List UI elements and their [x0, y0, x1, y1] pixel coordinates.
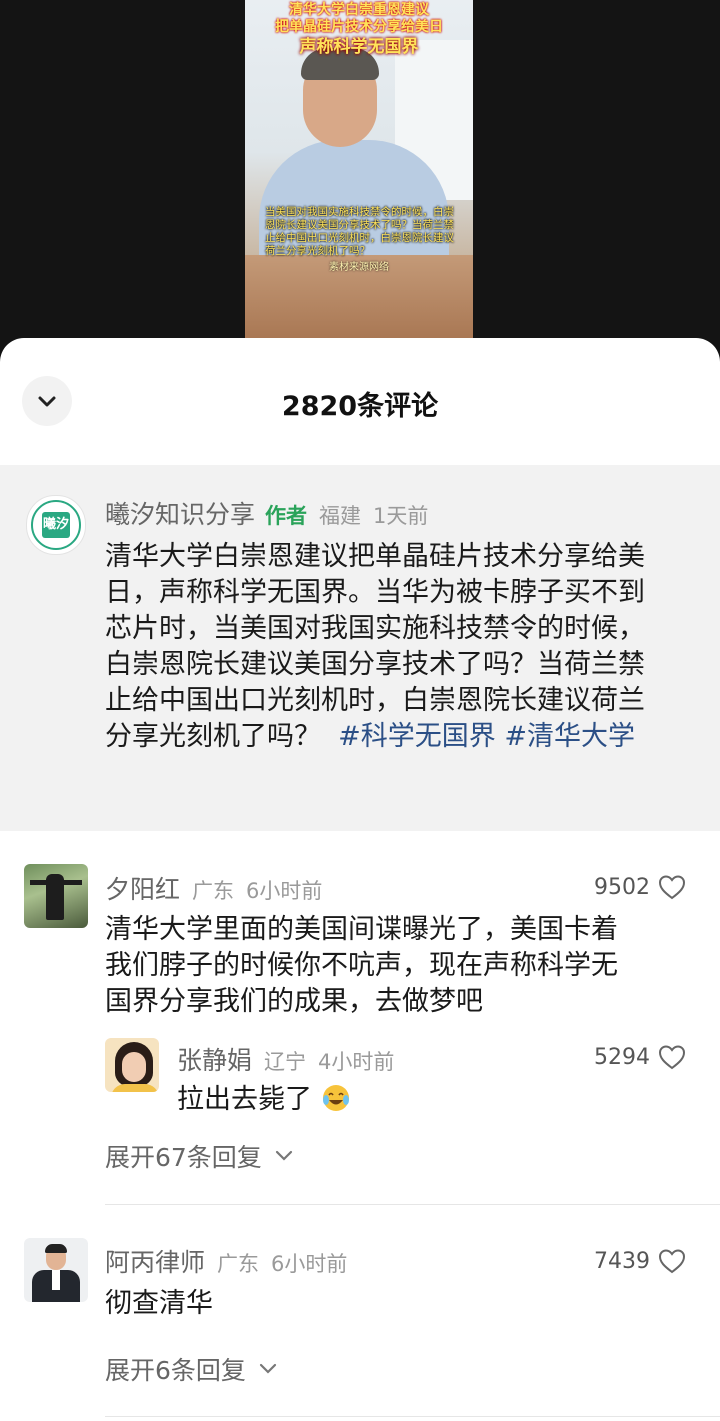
pinned-comment-text: 清华大学白崇恩建议把单晶硅片技术分享给美 日，声称科学无国界。当华为被卡脖子买不… — [105, 539, 645, 755]
text-line-last: 分享光刻机了吗？ #科学无国界 #清华大学 — [105, 719, 645, 755]
author-avatar[interactable]: 曦汐 — [26, 495, 86, 555]
avatar-hair — [45, 1244, 67, 1253]
video-headline-line3: 声称科学无国界 — [299, 37, 419, 57]
commenter-username[interactable]: 夕阳红 — [105, 870, 180, 906]
comment-location: 广东 — [217, 1252, 260, 1276]
text-line: 白崇恩院长建议美国分享技术了吗？当荷兰禁 — [105, 649, 645, 680]
video-source-caption: 素材来源网络 — [329, 262, 389, 273]
expand-replies-label: 展开6条回复 — [105, 1356, 246, 1385]
comment-time: 1天前 — [373, 504, 429, 528]
comment-time: 6小时前 — [246, 879, 323, 903]
like-count: 5294 — [594, 1044, 650, 1070]
avatar-face — [122, 1052, 146, 1082]
reply-text-content: 拉出去毙了 — [177, 1084, 312, 1115]
video-headline-line2: 把单晶硅片技术分享给美日 — [275, 19, 443, 35]
chevron-down-icon — [275, 1150, 292, 1161]
video-player[interactable]: 清华大学白崇重恩建议 把单晶硅片技术分享给美日 声称科学无国界 当美国对我国实施… — [245, 0, 473, 338]
logo-book-icon: 曦汐 — [42, 512, 70, 538]
chevron-down-icon — [259, 1363, 277, 1374]
text-line: 彻查清华 — [105, 1288, 213, 1319]
comment-header: 夕阳红 广东 6小时前 — [105, 870, 322, 906]
text-line: 清华大学白崇恩建议把单晶硅片技术分享给美 — [105, 541, 645, 572]
commenter-avatar[interactable] — [24, 1238, 88, 1302]
like-count: 7439 — [594, 1248, 650, 1274]
commenter-avatar[interactable] — [24, 864, 88, 928]
comment-location: 广东 — [192, 879, 235, 903]
text-line: 我们脖子的时候你不吭声，现在声称科学无 — [105, 950, 618, 981]
video-subtitle: 当美国对我国实施科技禁令的时候，白崇恩院长建议美国分享技术了吗？当荷兰禁止给中国… — [265, 206, 454, 258]
avatar-body — [111, 1084, 159, 1092]
text-line: 分享光刻机了吗？ — [105, 721, 321, 752]
comment-text: 彻查清华 — [105, 1286, 213, 1322]
comment-divider — [105, 1204, 720, 1205]
like-count: 9502 — [594, 874, 650, 900]
pinned-comment-header: 曦汐知识分享 作者 福建 1天前 — [105, 495, 428, 531]
reply-username[interactable]: 张静娟 — [177, 1041, 252, 1077]
text-line: 日，声称科学无国界。当华为被卡脖子买不到 — [105, 577, 645, 608]
expand-replies-button[interactable]: 展开67条回复 — [105, 1138, 294, 1174]
comment-sheet: 2820条评论 曦汐 曦汐知识分享 作者 福建 1天前 清华大学白崇恩建议把单晶… — [0, 338, 720, 1421]
reply-text: 拉出去毙了 — [177, 1082, 351, 1118]
laughing-crying-emoji-icon — [322, 1085, 349, 1111]
comment-header: 阿丙律师 广东 6小时前 — [105, 1243, 347, 1279]
text-line: 国界分享我们的成果，去做梦吧 — [105, 986, 483, 1017]
heart-icon — [658, 875, 686, 900]
comment-divider — [105, 1416, 720, 1417]
text-line: 清华大学里面的美国间谍曝光了，美国卡着 — [105, 914, 618, 945]
hashtag-link[interactable]: #科学无国界 — [338, 721, 496, 752]
expand-replies-button[interactable]: 展开6条回复 — [105, 1351, 278, 1387]
heart-icon — [658, 1249, 686, 1274]
pinned-comment[interactable]: 曦汐 曦汐知识分享 作者 福建 1天前 清华大学白崇恩建议把单晶硅片技术分享给美… — [0, 465, 720, 831]
comment-count-title: 2820条评论 — [281, 391, 439, 422]
expand-replies-label: 展开67条回复 — [105, 1143, 262, 1172]
avatar-figure — [46, 874, 64, 920]
reply-avatar[interactable] — [105, 1038, 159, 1092]
video-headline-line1: 清华大学白崇重恩建议 — [289, 2, 429, 18]
comment-time: 6小时前 — [271, 1252, 348, 1276]
like-button[interactable]: 9502 — [594, 874, 686, 900]
text-line: 芯片时，当美国对我国实施科技禁令的时候， — [105, 613, 645, 644]
avatar-shirt — [52, 1270, 60, 1290]
author-badge: 作者 — [265, 504, 308, 528]
commenter-username[interactable]: 阿丙律师 — [105, 1243, 205, 1279]
reply-header: 张静娟 辽宁 4小时前 — [177, 1041, 394, 1077]
like-button[interactable]: 7439 — [594, 1248, 686, 1274]
comment-text: 清华大学里面的美国间谍曝光了，美国卡着 我们脖子的时候你不吭声，现在声称科学无 … — [105, 912, 618, 1020]
reply-time: 4小时前 — [318, 1050, 395, 1074]
comment-location: 福建 — [319, 504, 362, 528]
reply-like-button[interactable]: 5294 — [594, 1044, 686, 1070]
reply-location: 辽宁 — [264, 1050, 307, 1074]
hashtag-link[interactable]: #清华大学 — [504, 721, 635, 752]
heart-icon — [658, 1045, 686, 1070]
text-line: 止给中国出口光刻机时，白崇恩院长建议荷兰 — [105, 685, 645, 716]
author-username[interactable]: 曦汐知识分享 — [105, 495, 255, 531]
